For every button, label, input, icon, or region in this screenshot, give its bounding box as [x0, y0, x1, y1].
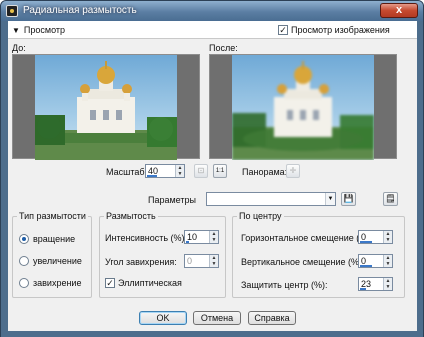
twist-angle-value: 0 — [187, 256, 193, 266]
twist-angle-label: Угол завихрения: — [105, 257, 177, 267]
twist-angle-input[interactable]: 0 ▲ ▼ — [184, 254, 219, 268]
load-icon: 🗒 — [385, 194, 396, 203]
fit-icon: ⊡ — [197, 166, 205, 175]
after-label: После: — [209, 43, 238, 53]
before-preview[interactable] — [12, 54, 200, 160]
preview-toggle-label: Просмотр — [23, 25, 66, 35]
ok-button[interactable]: OK — [139, 311, 187, 325]
h-offset-label: Горизонтальное смещение (%): — [241, 233, 373, 243]
blur-type-group: Тип размытости вращение увеличение завих… — [12, 211, 92, 298]
window-bottom-border — [1, 331, 423, 337]
protect-center-bar — [360, 288, 366, 290]
h-offset-spinner[interactable]: ▲ ▼ — [383, 231, 392, 243]
actual-size-button[interactable]: 1:1 — [213, 164, 227, 178]
intensity-input[interactable]: 10 ▲ ▼ — [184, 230, 219, 244]
show-preview-label: Просмотр изображения — [291, 25, 390, 35]
window-title: Радиальная размытость — [23, 5, 137, 16]
radio-twist-button[interactable] — [19, 278, 29, 288]
center-title: По центру — [237, 211, 284, 221]
cancel-button[interactable]: Отмена — [193, 311, 241, 325]
radio-rotation-label: вращение — [33, 234, 76, 244]
dialog-window: Радиальная размытость x ▼ Просмотр ✓ Прос… — [0, 0, 424, 337]
v-offset-spinner[interactable]: ▲ ▼ — [383, 255, 392, 267]
save-preset-button[interactable]: 💾 — [341, 192, 356, 206]
center-group: По центру Горизонтальное смещение (%): 0… — [232, 211, 405, 298]
zoom-level-bar — [147, 175, 157, 177]
preview-toggle[interactable]: ▼ Просмотр — [12, 25, 65, 35]
pan-icon: ✛ — [289, 166, 297, 175]
elliptical-label: Эллиптическая — [118, 278, 182, 288]
fit-zoom-button[interactable]: ⊡ — [194, 164, 208, 178]
protect-center-label: Защитить центр (%): — [241, 280, 328, 290]
elliptical-checkbox[interactable]: ✓ — [105, 278, 115, 288]
radio-zoom-label: увеличение — [33, 256, 82, 266]
show-preview-option[interactable]: ✓ Просмотр изображения — [278, 25, 390, 35]
radio-twist[interactable]: завихрение — [19, 278, 81, 288]
actual-size-icon: 1:1 — [215, 168, 225, 174]
app-icon — [6, 5, 18, 17]
radio-zoom[interactable]: увеличение — [19, 256, 82, 266]
before-label: До: — [12, 43, 26, 53]
close-icon: x — [395, 4, 403, 16]
chevron-down-icon[interactable]: ▼ — [325, 193, 335, 205]
presets-label: Параметры — [148, 195, 196, 205]
after-image — [232, 55, 374, 160]
help-button[interactable]: Справка — [248, 311, 296, 325]
show-preview-checkbox[interactable]: ✓ — [278, 25, 288, 35]
zoom-label: Масштаб: — [106, 167, 148, 177]
blur-title: Размытость — [104, 211, 158, 221]
v-offset-label: Вертикальное смещение (%): — [241, 257, 365, 267]
pan-label: Панорама: — [242, 167, 288, 177]
load-preset-button[interactable]: 🗒 — [383, 192, 398, 206]
presets-value — [207, 193, 209, 203]
before-image — [35, 55, 177, 160]
presets-combo[interactable]: ▼ — [206, 192, 336, 206]
radio-rotation[interactable]: вращение — [19, 234, 75, 244]
preview-bar: ▼ Просмотр ✓ Просмотр изображения — [8, 21, 417, 39]
radio-zoom-button[interactable] — [19, 256, 29, 266]
v-offset-bar — [360, 265, 372, 267]
blur-type-title: Тип размытости — [17, 211, 88, 221]
h-offset-bar — [360, 241, 372, 243]
h-offset-input[interactable]: 0 ▲ ▼ — [358, 230, 393, 244]
protect-center-spinner[interactable]: ▲ ▼ — [383, 278, 392, 290]
intensity-spinner[interactable]: ▲ ▼ — [209, 231, 218, 243]
blur-group: Размытость Интенсивность (%): 10 ▲ ▼ Угол… — [99, 211, 226, 298]
title-bar[interactable]: Радиальная размытость x — [1, 1, 423, 21]
protect-center-input[interactable]: 23 ▲ ▼ — [358, 277, 393, 291]
save-icon: 💾 — [343, 194, 354, 203]
intensity-bar — [186, 241, 189, 243]
close-button[interactable]: x — [380, 3, 418, 18]
intensity-label: Интенсивность (%): — [105, 233, 188, 243]
v-offset-input[interactable]: 0 ▲ ▼ — [358, 254, 393, 268]
after-preview[interactable] — [209, 54, 397, 160]
zoom-input[interactable]: 40 ▲ ▼ — [145, 164, 185, 178]
pan-button[interactable]: ✛ — [286, 164, 300, 178]
zoom-spinner[interactable]: ▲ ▼ — [175, 165, 184, 177]
radio-rotation-button[interactable] — [19, 234, 29, 244]
chevron-down-icon: ▼ — [12, 26, 20, 35]
radio-twist-label: завихрение — [33, 278, 82, 288]
twist-angle-spinner[interactable]: ▲ ▼ — [209, 255, 218, 267]
dialog-client: ▼ Просмотр ✓ Просмотр изображения До: Пос… — [8, 21, 417, 331]
elliptical-option[interactable]: ✓ Эллиптическая — [105, 278, 182, 288]
